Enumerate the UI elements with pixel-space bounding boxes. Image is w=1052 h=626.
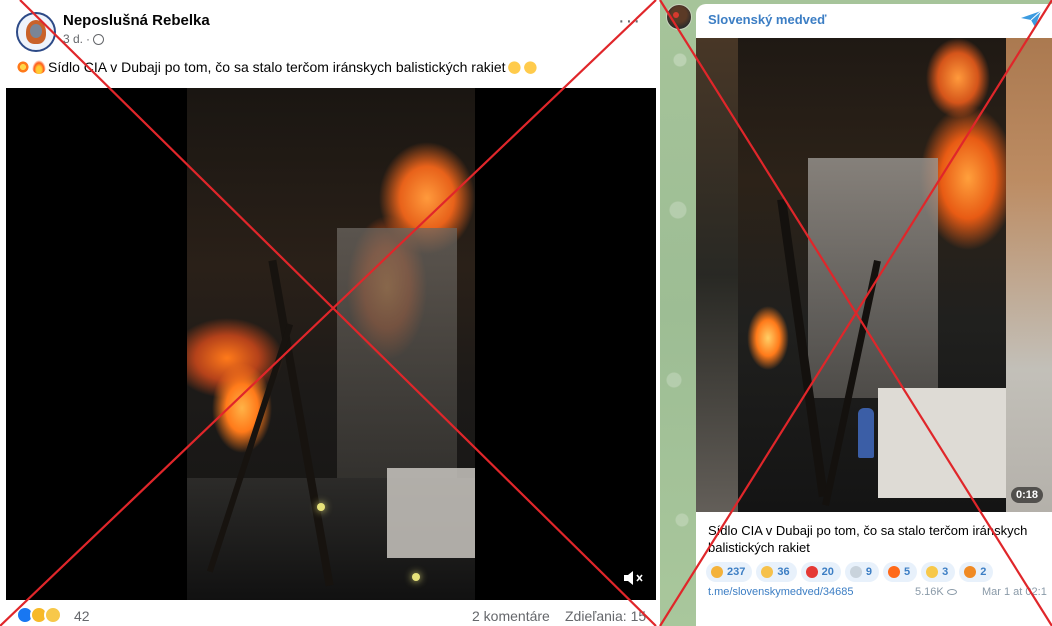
- video-frame: [187, 88, 475, 600]
- post-video[interactable]: [6, 88, 656, 600]
- fire-icon: [887, 566, 900, 578]
- clap-emoji-icon: [523, 60, 538, 74]
- views-value: 5.16K: [915, 586, 944, 598]
- telegram-post: Slovenský medveď 0:18 Sídlo CIA v Dubaji…: [660, 0, 1052, 626]
- author-name[interactable]: Neposlušná Rebelka: [63, 12, 210, 29]
- channel-avatar[interactable]: [666, 4, 692, 30]
- post-time[interactable]: 3 d.: [63, 32, 83, 46]
- post-footer: 42 2 komentáre Zdieľania: 15: [0, 602, 656, 626]
- reaction-chip[interactable]: 237: [706, 562, 753, 582]
- reaction-count: 36: [777, 566, 790, 578]
- post-caption: Sídlo CIA v Dubaji po tom, čo sa stalo t…: [16, 59, 540, 75]
- reaction-chip[interactable]: 2: [959, 562, 994, 582]
- reaction-count: 3: [942, 566, 949, 578]
- dove-icon: [849, 566, 862, 578]
- building-shape: [337, 228, 457, 488]
- video-duration-badge: 0:18: [1011, 487, 1044, 503]
- reaction-count: 5: [903, 566, 911, 578]
- reaction-chip[interactable]: 36: [756, 562, 797, 582]
- post-meta: 3 d. ·: [63, 32, 105, 46]
- grin-icon: [926, 566, 939, 578]
- video-blur-left: [696, 38, 738, 512]
- view-count: 5.16K: [915, 586, 957, 598]
- person-shape: [858, 408, 874, 458]
- fire-emoji-icon: [32, 60, 46, 74]
- reaction-count: 9: [865, 566, 872, 578]
- reaction-count: 2: [980, 566, 987, 578]
- clap-emoji-icon: [507, 60, 522, 74]
- video-blur-right: [1006, 38, 1052, 512]
- reaction-count: 20: [821, 566, 834, 578]
- caption-text: Sídlo CIA v Dubaji po tom, čo sa stalo t…: [48, 59, 506, 75]
- message-date: Mar 1 at 02:1: [982, 586, 1047, 598]
- burst-emoji-icon: [16, 60, 30, 74]
- clap-icon: [761, 566, 774, 578]
- author-avatar[interactable]: [16, 12, 56, 52]
- channel-name[interactable]: Slovenský medveď: [708, 12, 826, 27]
- reaction-chip[interactable]: 3: [921, 562, 956, 582]
- heart-icon: [805, 566, 818, 578]
- reactions-row: 237 36 20 9 5 3 2: [706, 562, 994, 582]
- message-link[interactable]: t.me/slovenskymedved/34685: [708, 586, 854, 598]
- reaction-chip[interactable]: 5: [882, 562, 918, 582]
- eye-icon: [946, 589, 957, 595]
- globe-icon: [93, 33, 105, 45]
- white-block-shape: [878, 388, 1006, 498]
- white-block-shape: [387, 468, 475, 558]
- message-video[interactable]: [696, 38, 1052, 512]
- shares-link[interactable]: Zdieľania: 15: [565, 608, 646, 624]
- reaction-icons[interactable]: [16, 606, 62, 624]
- lamp-light: [317, 503, 325, 511]
- reaction-chip[interactable]: 20: [800, 562, 841, 582]
- forward-share-icon[interactable]: [1020, 10, 1042, 28]
- jack-o-lantern-icon: [964, 566, 977, 578]
- sad-reaction-icon: [44, 606, 62, 624]
- reaction-count: 237: [727, 566, 746, 578]
- reaction-count[interactable]: 42: [74, 608, 90, 624]
- thumbs-up-icon: [711, 566, 723, 578]
- video-frame: [738, 38, 1006, 512]
- more-options-button[interactable]: ···: [618, 10, 641, 33]
- message-text: Sídlo CIA v Dubaji po tom, čo sa stalo t…: [708, 523, 1028, 555]
- muted-speaker-icon[interactable]: [622, 568, 646, 588]
- meta-separator: ·: [86, 32, 91, 46]
- reaction-chip[interactable]: 9: [844, 562, 879, 582]
- facebook-post: Neposlušná Rebelka 3 d. · ··· Sídlo CIA …: [0, 0, 656, 626]
- lamp-light: [412, 573, 420, 581]
- comments-link[interactable]: 2 komentáre: [472, 608, 550, 624]
